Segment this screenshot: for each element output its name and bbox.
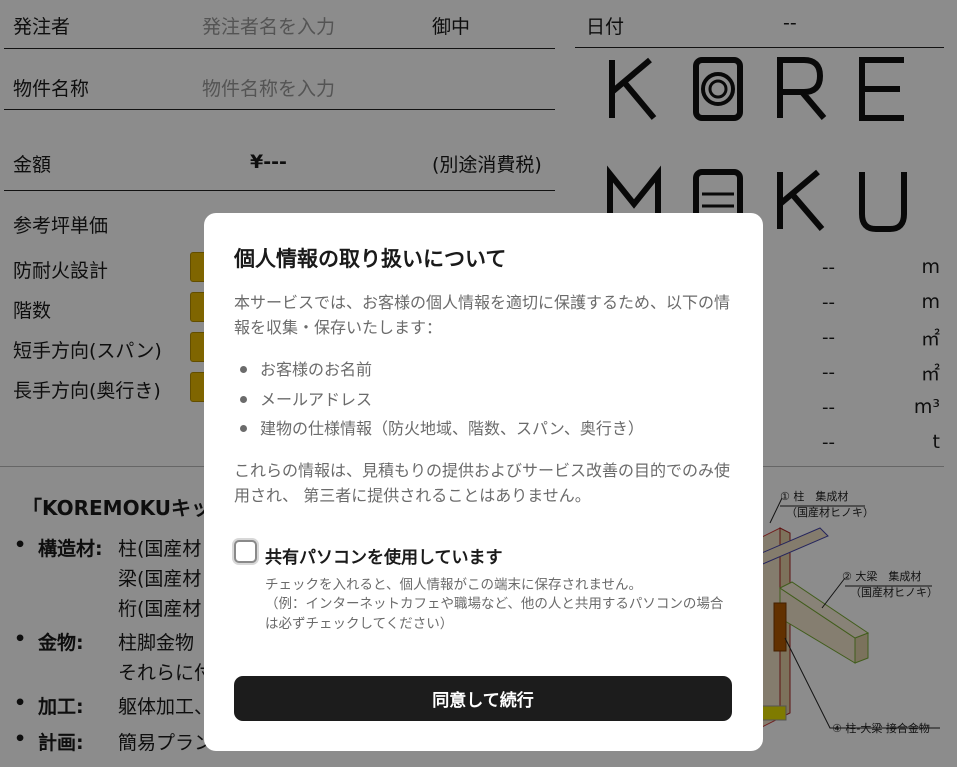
bullet-icon <box>240 366 247 374</box>
modal-intro: 本サービスでは、お客様の個人情報を適切に保護するため、以下の情報を収集・保存いた… <box>234 293 731 337</box>
shared-pc-help: チェックを入れると、個人情報がこの端末に保存されません。 （例：インターネットカ… <box>265 576 724 632</box>
bullet-icon <box>240 425 247 433</box>
bullet-icon <box>240 395 247 403</box>
privacy-modal: 個人情報の取り扱いについて 本サービスでは、お客様の個人情報を適切に保護するため… <box>204 213 763 751</box>
list-item: お客様のお名前 <box>234 355 733 385</box>
shared-pc-option[interactable]: 共有パソコンを使用しています <box>234 539 733 568</box>
shared-pc-checkbox[interactable] <box>234 539 257 563</box>
modal-title: 個人情報の取り扱いについて <box>234 247 507 271</box>
shared-pc-label[interactable]: 共有パソコンを使用しています <box>265 543 503 568</box>
modal-note: これらの情報は、見積もりの提供およびサービス改善の目的でのみ使用され、 第三者に… <box>234 460 731 505</box>
collected-info-list: お客様のお名前 メールアドレス 建物の仕様情報（防火地域、階数、スパン、奥行き） <box>234 355 733 444</box>
list-item: 建物の仕様情報（防火地域、階数、スパン、奥行き） <box>234 414 733 444</box>
agree-continue-button[interactable]: 同意して続行 <box>234 676 732 721</box>
list-item: メールアドレス <box>234 385 733 415</box>
